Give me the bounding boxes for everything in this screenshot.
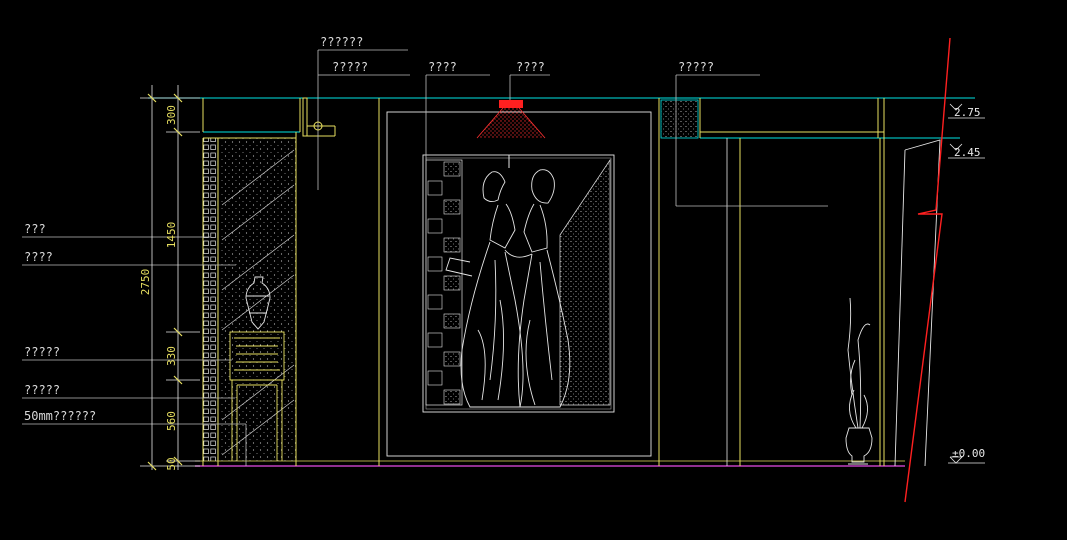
art-strip-block [443,313,461,329]
left-wall-niche [202,132,297,466]
art-strip-block [443,199,461,215]
dim-seg-cabinet: 330 [165,346,178,366]
label-left-1: ??? [24,222,46,236]
art-strip-block [427,370,443,386]
dim-seg-base: 50 [165,457,178,470]
label-light: ???? [516,60,545,74]
label-left-2: ???? [24,250,53,264]
art-strip-block [427,180,443,196]
center-panel [378,98,660,466]
art-strip-block [427,218,443,234]
floor-plant-pot [845,297,873,465]
art-strip-block [427,332,443,348]
label-top-1: ?????? [320,35,363,49]
art-strip-block [443,275,461,291]
label-left-5: 50mm?????? [24,409,96,423]
art-strip-block [427,256,443,272]
break-line [904,37,951,503]
dim-seg-mid: 1450 [165,222,178,249]
dim-total: 2750 [139,269,152,296]
right-dotted-panel [559,158,611,406]
ceiling-lines [148,97,975,139]
dim-seg-top: 300 [165,105,178,125]
label-left-4: ????? [24,383,60,397]
cad-elevation-drawing: ?????? ????? ???? ???? ????? ??? ???? ??… [22,35,985,503]
level-floor: ±0.00 [952,447,985,460]
level-ceiling-low: 2.45 [954,146,981,159]
pendant-light [476,100,546,139]
art-strip-block [443,389,461,405]
art-figures [445,169,571,408]
label-top-right: ????? [678,60,714,74]
art-strip-block [443,351,461,367]
level-ceiling-top: 2.75 [954,106,981,119]
art-strip-block [443,237,461,253]
label-top-3: ???? [428,60,457,74]
floor-line [195,460,905,467]
right-wall [660,99,941,467]
label-top-2: ????? [332,60,368,74]
art-strip-block [427,294,443,310]
dim-seg-legs: 560 [165,411,178,431]
label-left-3: ????? [24,345,60,359]
art-strip-block [443,161,461,177]
